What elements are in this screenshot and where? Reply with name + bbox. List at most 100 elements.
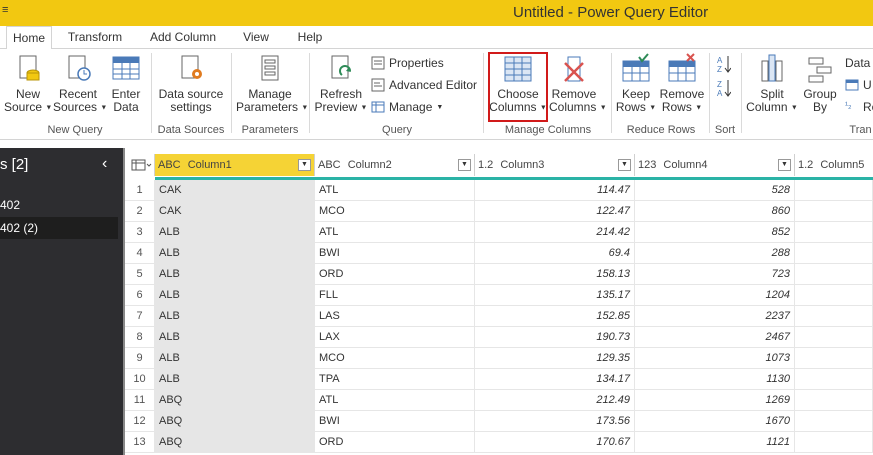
- cell-column4[interactable]: 860: [635, 201, 795, 222]
- cell-column2[interactable]: LAX: [315, 327, 475, 348]
- column-filter-dropdown[interactable]: ▼: [778, 159, 791, 171]
- cell-column1[interactable]: ALB: [155, 222, 315, 243]
- cell-column4[interactable]: 528: [635, 180, 795, 201]
- cell-column4[interactable]: 2237: [635, 306, 795, 327]
- cell-column2[interactable]: TPA: [315, 369, 475, 390]
- cell-column5[interactable]: [795, 369, 873, 390]
- collapse-pane-icon[interactable]: ‹: [102, 155, 107, 173]
- cell-column3[interactable]: 152.85: [475, 306, 635, 327]
- recent-sources-button[interactable]: Recent Sources ▼: [53, 53, 107, 114]
- tab-home[interactable]: Home: [6, 26, 52, 49]
- cell-column3[interactable]: 122.47: [475, 201, 635, 222]
- cell-column1[interactable]: CAK: [155, 201, 315, 222]
- column-header-column5[interactable]: 1.2 Column5: [795, 154, 873, 176]
- cell-column4[interactable]: 1204: [635, 285, 795, 306]
- split-column-button[interactable]: Split Column ▼: [746, 53, 798, 114]
- manage-parameters-button[interactable]: Manage Parameters ▼: [236, 53, 308, 114]
- cell-column1[interactable]: ALB: [155, 327, 315, 348]
- cell-column1[interactable]: ALB: [155, 348, 315, 369]
- cell-column1[interactable]: CAK: [155, 180, 315, 201]
- table-menu-button[interactable]: [125, 154, 155, 176]
- cell-column1[interactable]: ALB: [155, 264, 315, 285]
- cell-column2[interactable]: LAS: [315, 306, 475, 327]
- cell-column4[interactable]: 1130: [635, 369, 795, 390]
- cell-column2[interactable]: ATL: [315, 222, 475, 243]
- remove-rows-button[interactable]: Remove Rows ▼: [659, 53, 705, 114]
- cell-column1[interactable]: ALB: [155, 369, 315, 390]
- cell-column5[interactable]: [795, 411, 873, 432]
- data-type-button[interactable]: Data T: [845, 56, 873, 70]
- column-filter-dropdown[interactable]: ▼: [458, 159, 471, 171]
- cell-column3[interactable]: 135.17: [475, 285, 635, 306]
- cell-column3[interactable]: 69.4: [475, 243, 635, 264]
- cell-column4[interactable]: 1269: [635, 390, 795, 411]
- cell-column1[interactable]: ABQ: [155, 432, 315, 453]
- remove-columns-button[interactable]: Remove Columns ▼: [549, 53, 607, 114]
- properties-button[interactable]: Properties: [371, 56, 444, 70]
- cell-column4[interactable]: 852: [635, 222, 795, 243]
- cell-column5[interactable]: [795, 327, 873, 348]
- cell-column4[interactable]: 2467: [635, 327, 795, 348]
- cell-column3[interactable]: 212.49: [475, 390, 635, 411]
- replace-values-button[interactable]: ¹₂ Re: [845, 100, 873, 114]
- column-header-column1[interactable]: ABC Column1 ▼: [155, 154, 315, 176]
- cell-column3[interactable]: 190.73: [475, 327, 635, 348]
- use-first-row-button[interactable]: U: [845, 78, 872, 92]
- tab-view[interactable]: View: [234, 26, 278, 48]
- column-header-column2[interactable]: ABC Column2 ▼: [315, 154, 475, 176]
- column-filter-dropdown[interactable]: ▼: [298, 159, 311, 171]
- cell-column5[interactable]: [795, 180, 873, 201]
- cell-column2[interactable]: BWI: [315, 411, 475, 432]
- refresh-preview-button[interactable]: Refresh Preview ▼: [314, 53, 368, 114]
- cell-column1[interactable]: ALB: [155, 285, 315, 306]
- cell-column3[interactable]: 170.67: [475, 432, 635, 453]
- cell-column5[interactable]: [795, 201, 873, 222]
- tab-transform[interactable]: Transform: [62, 26, 128, 48]
- cell-column3[interactable]: 173.56: [475, 411, 635, 432]
- column-header-column4[interactable]: 123 Column4 ▼: [635, 154, 795, 176]
- cell-column3[interactable]: 158.13: [475, 264, 635, 285]
- cell-column4[interactable]: 1121: [635, 432, 795, 453]
- cell-column2[interactable]: ATL: [315, 390, 475, 411]
- cell-column2[interactable]: MCO: [315, 201, 475, 222]
- cell-column5[interactable]: [795, 306, 873, 327]
- cell-column4[interactable]: 1670: [635, 411, 795, 432]
- data-source-settings-button[interactable]: Data source settings: [156, 53, 226, 114]
- column-header-column3[interactable]: 1.2 Column3 ▼: [475, 154, 635, 176]
- tab-add-column[interactable]: Add Column: [143, 26, 223, 48]
- cell-column3[interactable]: 214.42: [475, 222, 635, 243]
- cell-column2[interactable]: ATL: [315, 180, 475, 201]
- cell-column2[interactable]: ORD: [315, 264, 475, 285]
- cell-column5[interactable]: [795, 390, 873, 411]
- enter-data-button[interactable]: Enter Data: [106, 53, 146, 114]
- cell-column1[interactable]: ALB: [155, 243, 315, 264]
- cell-column3[interactable]: 134.17: [475, 369, 635, 390]
- cell-column5[interactable]: [795, 264, 873, 285]
- cell-column1[interactable]: ABQ: [155, 390, 315, 411]
- cell-column5[interactable]: [795, 285, 873, 306]
- cell-column5[interactable]: [795, 222, 873, 243]
- cell-column5[interactable]: [795, 243, 873, 264]
- cell-column4[interactable]: 723: [635, 264, 795, 285]
- column-filter-dropdown[interactable]: ▼: [618, 159, 631, 171]
- sort-ascending-button[interactable]: AZ: [717, 55, 732, 74]
- cell-column3[interactable]: 129.35: [475, 348, 635, 369]
- cell-column2[interactable]: BWI: [315, 243, 475, 264]
- cell-column1[interactable]: ABQ: [155, 411, 315, 432]
- query-item[interactable]: 402: [0, 194, 118, 216]
- cell-column2[interactable]: FLL: [315, 285, 475, 306]
- keep-rows-button[interactable]: Keep Rows ▼: [615, 53, 657, 114]
- cell-column1[interactable]: ALB: [155, 306, 315, 327]
- sort-descending-button[interactable]: ZA: [717, 79, 732, 98]
- cell-column2[interactable]: ORD: [315, 432, 475, 453]
- cell-column5[interactable]: [795, 348, 873, 369]
- manage-button[interactable]: Manage ▼: [371, 100, 443, 114]
- cell-column5[interactable]: [795, 432, 873, 453]
- cell-column4[interactable]: 1073: [635, 348, 795, 369]
- quick-access-icon[interactable]: ≡: [2, 4, 8, 16]
- new-source-button[interactable]: New Source ▼: [4, 53, 52, 114]
- query-item-selected[interactable]: 402 (2): [0, 217, 118, 239]
- cell-column3[interactable]: 114.47: [475, 180, 635, 201]
- cell-column4[interactable]: 288: [635, 243, 795, 264]
- advanced-editor-button[interactable]: Advanced Editor: [371, 78, 477, 92]
